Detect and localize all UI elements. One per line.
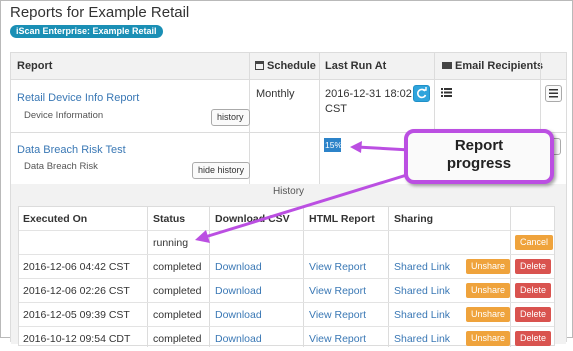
arrowhead	[195, 230, 210, 243]
callout-line1: Report	[454, 137, 504, 154]
callout-line2: progress	[446, 155, 512, 172]
arrowhead	[350, 141, 362, 153]
arrow-to-running	[204, 172, 411, 239]
arrow-to-progress	[356, 145, 411, 152]
report-progress-callout: Report progress	[404, 129, 554, 184]
